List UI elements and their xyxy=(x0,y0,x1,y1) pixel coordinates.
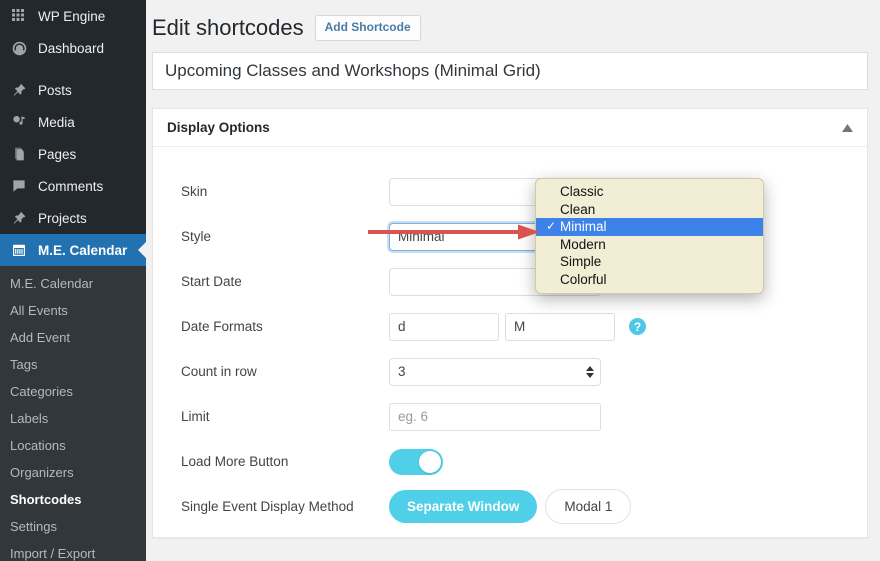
style-label: Style xyxy=(181,229,212,244)
start-date-label: Start Date xyxy=(181,274,242,289)
row-count-in-row: Count in row 3 xyxy=(167,349,853,394)
media-icon xyxy=(9,112,29,132)
panel-heading: Display Options xyxy=(167,120,270,135)
single-event-label: Single Event Display Method xyxy=(181,499,354,514)
dropdown-option-colorful[interactable]: Colorful xyxy=(536,271,763,289)
style-select-value: Minimal xyxy=(398,229,445,244)
dropdown-option-minimal[interactable]: ✓ Minimal xyxy=(536,218,763,236)
shortcode-title-input[interactable] xyxy=(152,52,868,90)
comment-bubble-icon xyxy=(9,176,29,196)
pin-icon xyxy=(9,80,29,100)
sidebar-subitem-add-event[interactable]: Add Event xyxy=(0,324,146,351)
dashboard-gauge-icon xyxy=(9,38,29,58)
sidebar-item-label: Pages xyxy=(38,146,77,162)
wp-engine-grid-icon xyxy=(9,6,29,26)
sidebar-subitem-locations[interactable]: Locations xyxy=(0,432,146,459)
sidebar-item-label: Dashboard xyxy=(38,40,105,56)
sidebar-item-media[interactable]: Media xyxy=(0,106,146,138)
dropdown-option-label: Clean xyxy=(560,201,596,217)
pages-icon xyxy=(9,144,29,164)
count-in-row-value: 3 xyxy=(398,364,406,379)
dropdown-option-clean[interactable]: Clean xyxy=(536,201,763,219)
question-mark-icon[interactable]: ? xyxy=(629,318,646,335)
sidebar-item-comments[interactable]: Comments xyxy=(0,170,146,202)
limit-label: Limit xyxy=(181,409,210,424)
sidebar-item-label: Comments xyxy=(38,178,104,194)
sidebar-divider xyxy=(0,64,146,74)
panel-header[interactable]: Display Options xyxy=(153,109,867,147)
sidebar-item-label: M.E. Calendar xyxy=(38,242,128,258)
dropdown-option-simple[interactable]: Simple xyxy=(536,253,763,271)
dropdown-option-label: Classic xyxy=(560,184,604,199)
display-options-panel: Display Options Skin Style Minimal Start… xyxy=(152,108,868,538)
skin-label: Skin xyxy=(181,184,208,199)
row-date-formats: Date Formats ? xyxy=(167,304,853,349)
sidebar-item-label: Media xyxy=(38,114,75,130)
count-in-row-select[interactable]: 3 xyxy=(389,357,601,386)
sidebar-item-label: Posts xyxy=(38,82,72,98)
dropdown-option-classic[interactable]: Classic xyxy=(536,183,763,201)
row-single-event: Single Event Display Method Separate Win… xyxy=(167,484,853,529)
sidebar-item-label: Projects xyxy=(38,210,87,226)
dropdown-option-modern[interactable]: Modern xyxy=(536,236,763,254)
sidebar-subitem-categories[interactable]: Categories xyxy=(0,378,146,405)
sidebar-subitem-settings[interactable]: Settings xyxy=(0,513,146,540)
dropdown-option-label: Minimal xyxy=(560,219,607,234)
row-load-more: Load More Button xyxy=(167,439,853,484)
page-title: Edit shortcodes xyxy=(152,15,304,40)
date-format-day-input[interactable] xyxy=(389,312,499,341)
triangle-up-icon[interactable] xyxy=(837,118,857,138)
checkmark-icon: ✓ xyxy=(545,219,557,233)
add-shortcode-button[interactable]: Add Shortcode xyxy=(314,15,421,41)
admin-sidebar: WP Engine Dashboard Posts Media Pages Co… xyxy=(0,0,146,561)
pin-icon xyxy=(9,208,29,228)
toggle-knob xyxy=(419,450,441,473)
sidebar-subitem-me-calendar[interactable]: M.E. Calendar xyxy=(0,270,146,297)
sidebar-item-dashboard[interactable]: Dashboard xyxy=(0,32,146,64)
calendar-icon xyxy=(9,240,29,260)
sidebar-subitem-all-events[interactable]: All Events xyxy=(0,297,146,324)
sidebar-item-pages[interactable]: Pages xyxy=(0,138,146,170)
row-limit: Limit xyxy=(167,394,853,439)
dropdown-option-label: Simple xyxy=(560,254,602,269)
modal-1-button[interactable]: Modal 1 xyxy=(545,489,632,524)
sidebar-item-projects[interactable]: Projects xyxy=(0,202,146,234)
sidebar-item-me-calendar[interactable]: M.E. Calendar xyxy=(0,234,146,266)
sidebar-subitem-organizers[interactable]: Organizers xyxy=(0,459,146,486)
sidebar-item-label: WP Engine xyxy=(38,8,106,24)
style-dropdown-list[interactable]: Classic Clean ✓ Minimal Modern Simple Co… xyxy=(535,178,764,294)
stepper-arrows-icon xyxy=(586,365,594,378)
load-more-label: Load More Button xyxy=(181,454,289,469)
sidebar-subitem-tags[interactable]: Tags xyxy=(0,351,146,378)
sidebar-item-wp-engine[interactable]: WP Engine xyxy=(0,0,146,32)
sidebar-item-posts[interactable]: Posts xyxy=(0,74,146,106)
wordpress-admin-screen: WP Engine Dashboard Posts Media Pages Co… xyxy=(0,0,880,561)
sidebar-subitem-labels[interactable]: Labels xyxy=(0,405,146,432)
dropdown-option-label: Modern xyxy=(560,236,606,252)
main-content: Edit shortcodes Add Shortcode Display Op… xyxy=(146,0,880,561)
sidebar-subitem-shortcodes[interactable]: Shortcodes xyxy=(0,486,146,513)
calendar-submenu: M.E. Calendar All Events Add Event Tags … xyxy=(0,266,146,561)
count-in-row-label: Count in row xyxy=(181,364,257,379)
date-format-month-input[interactable] xyxy=(505,312,615,341)
load-more-toggle[interactable] xyxy=(389,448,443,475)
date-formats-label: Date Formats xyxy=(181,319,263,334)
dropdown-option-label: Colorful xyxy=(560,271,607,287)
sidebar-subitem-import-export[interactable]: Import / Export xyxy=(0,540,146,561)
page-header: Edit shortcodes Add Shortcode xyxy=(146,0,880,44)
single-event-options: Separate Window Modal 1 xyxy=(389,489,632,524)
separate-window-button[interactable]: Separate Window xyxy=(389,490,538,523)
limit-input[interactable] xyxy=(389,402,601,431)
